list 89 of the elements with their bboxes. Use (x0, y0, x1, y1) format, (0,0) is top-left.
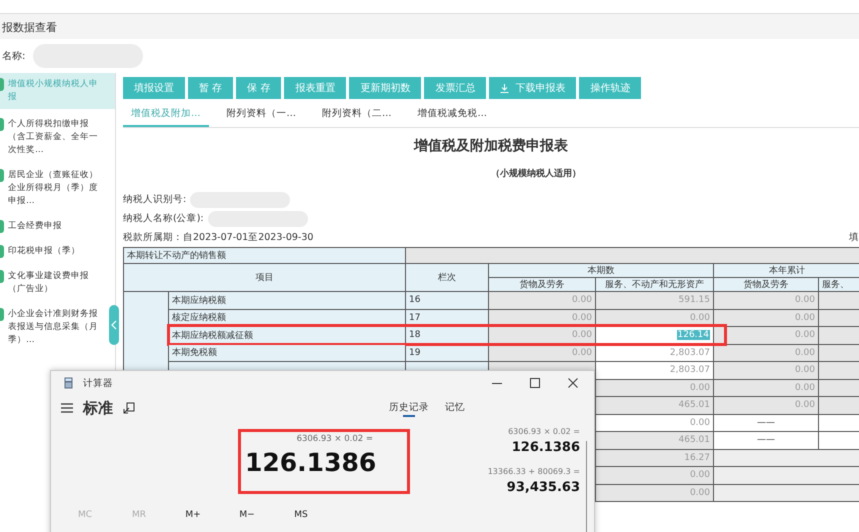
column-header: 货物及劳务 (488, 278, 596, 292)
report-tab[interactable]: 增值税减免税… (410, 103, 495, 127)
report-title: 增值税及附加税费申报表 (414, 138, 568, 154)
history-entry[interactable]: 6306.93 × 0.02 = 126.1386 (381, 427, 580, 455)
table-cell: 0.00 (572, 312, 592, 323)
memory-button[interactable]: MS (287, 510, 315, 520)
panel-tab[interactable]: 历史记录 (389, 401, 429, 419)
table-cell: 0.00 (794, 330, 815, 340)
column-header: 本年累计 (714, 264, 859, 278)
sidebar-item[interactable]: 个人所得税扣缴申报（含工资薪金、全年一次性奖… (0, 115, 106, 160)
table-cell: 0.00 (794, 348, 815, 358)
toolbar-button[interactable]: 保 存 (236, 77, 282, 99)
toolbar-button[interactable]: 报表重置 (284, 77, 346, 99)
toolbar-button[interactable]: 下载申报表 (489, 77, 576, 99)
table-cell: 本期应纳税额减征额 (172, 330, 253, 341)
table-cell: 本期免税额 (172, 348, 217, 358)
table-cell: 核定应纳税额 (172, 313, 226, 324)
table-cell: 18 (409, 330, 420, 340)
toolbar-button[interactable]: 操作轨迹 (579, 77, 642, 99)
table-cell: 0.00 (572, 295, 592, 306)
close-icon[interactable] (568, 378, 578, 388)
menu-icon[interactable] (61, 403, 73, 413)
download-icon (500, 84, 510, 92)
calculator-icon (64, 377, 73, 389)
table-cell: 0.00 (794, 382, 815, 393)
column-header: 服务、不动产和无形资产 (596, 278, 714, 292)
table-cell[interactable]: 0.00 (690, 312, 710, 323)
sidebar-item[interactable]: 文化事业建设费申报（广告业） (0, 267, 106, 299)
column-header: 货物及劳务 (714, 278, 818, 292)
report-subtitle: （小规模纳税人适用） (491, 169, 581, 179)
column-header: 本期数 (488, 264, 714, 278)
table-cell[interactable]: 465.01 (678, 400, 710, 410)
table-cell: 0.00 (794, 400, 815, 410)
toolbar-button[interactable]: 填报设置 (123, 77, 185, 99)
table-cell: —— (757, 435, 775, 446)
table-cell[interactable]: 0.00 (690, 470, 710, 480)
column-header: 栏次 (406, 264, 488, 292)
table-cell: 17 (409, 312, 420, 323)
table-cell[interactable]: 591.15 (678, 295, 710, 306)
table-cell[interactable]: 0.00 (690, 382, 710, 393)
table-cell: 0.00 (572, 348, 592, 358)
sidebar-item[interactable]: 增值税小规模纳税人申报 (0, 73, 115, 109)
table-cell[interactable]: 16.27 (684, 452, 710, 463)
sidebar-item[interactable]: 小企业会计准则财务报表报送与信息采集（月季）… (0, 305, 106, 350)
calculator-mode: 标准 (83, 398, 113, 418)
report-tab[interactable]: 增值税及附加… (123, 103, 208, 127)
account-name-label: 名称: (2, 50, 26, 63)
taxpayer-id-label: 纳税人识别号: (123, 193, 186, 206)
table-cell: 0.00 (572, 330, 592, 340)
table-cell[interactable]: 465.01 (678, 435, 710, 446)
memory-button[interactable]: M+ (179, 510, 207, 520)
table-cell[interactable]: 126.14 (676, 330, 710, 340)
result-display: 126.1386 (245, 448, 378, 477)
keep-on-top-icon[interactable] (123, 402, 135, 414)
taxpayer-name-label: 纳税人名称(公章): (123, 212, 204, 225)
column-header: 服务、 (818, 278, 859, 292)
sidebar-item[interactable]: 印花税申报（季） (0, 242, 106, 261)
history-expression: 13366.33 + 80069.3 = (486, 467, 580, 476)
table-cell: —— (757, 418, 775, 428)
history-expression: 6306.93 × 0.02 = (507, 427, 580, 436)
sidebar-item[interactable]: 工会经费申报 (0, 217, 106, 236)
table-cell: 本期应纳税额 (172, 296, 226, 306)
table-cell: 本期转让不动产的销售额 (124, 248, 406, 264)
table-cell[interactable]: 0.00 (690, 418, 710, 428)
tax-period: 税款所属期：自2023-07-01至2023-09-30 (123, 231, 314, 244)
table-cell: 19 (409, 348, 420, 358)
memory-button[interactable]: M− (233, 510, 261, 520)
window-title: 计算器 (83, 376, 113, 390)
page-title: 报数据查看 (2, 21, 57, 34)
report-tab[interactable]: 附列资料（二… (314, 103, 400, 127)
report-tab[interactable]: 附列资料（一… (218, 103, 304, 127)
collapse-handle[interactable] (109, 305, 119, 345)
toolbar-button[interactable]: 发票汇总 (424, 77, 486, 99)
table-cell: 0.00 (794, 295, 815, 306)
table-cell: 0.00 (794, 312, 815, 323)
expression-text: 6306.93 × 0.02 = (296, 434, 374, 444)
table-cell[interactable]: 0.00 (690, 488, 710, 498)
table-cell: 16 (409, 295, 420, 306)
fill-date-label: 填 (849, 231, 859, 244)
history-entry[interactable]: 13366.33 + 80069.3 = 93,435.63 (381, 467, 580, 495)
toolbar-button[interactable]: 更新期初数 (349, 77, 422, 99)
sidebar-item[interactable]: 居民企业（查账征收）企业所得税月（季）度申报… (0, 166, 106, 211)
history-result: 126.1386 (510, 440, 580, 455)
column-header: 项目 (124, 264, 406, 292)
history-result: 93,435.63 (506, 480, 580, 495)
toolbar-button[interactable]: 暂 存 (188, 77, 234, 99)
panel-tab[interactable]: 记忆 (445, 401, 465, 419)
maximize-icon[interactable] (530, 378, 540, 388)
table-cell: 0.00 (794, 365, 815, 376)
